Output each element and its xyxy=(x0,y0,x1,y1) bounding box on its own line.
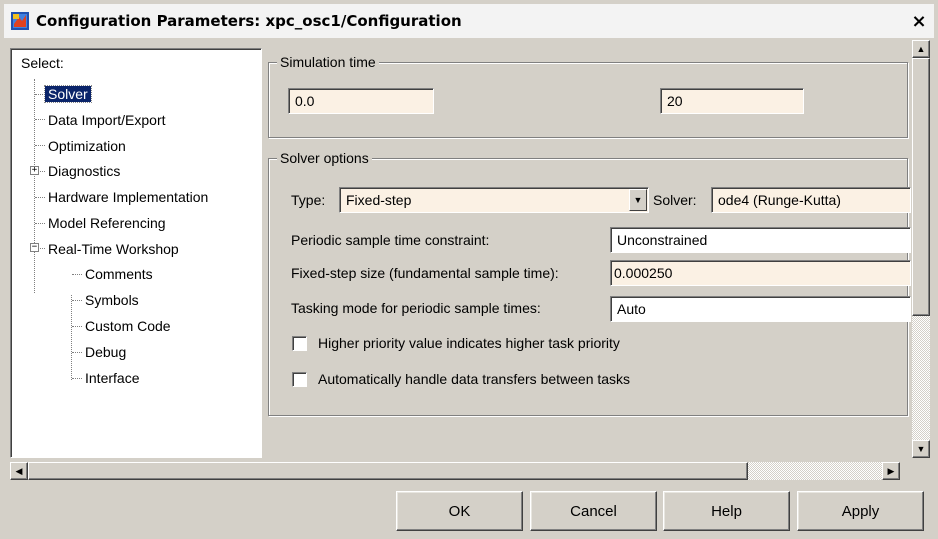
tree-item-custom-code[interactable]: Custom Code xyxy=(82,315,174,337)
expand-icon[interactable]: + xyxy=(30,166,39,175)
vertical-scrollbar[interactable]: ▲ ▼ xyxy=(912,40,930,458)
tree-item-label: Model Referencing xyxy=(48,215,166,231)
tasking-mode-label: Tasking mode for periodic sample times: xyxy=(291,300,541,316)
tree-item-model-referencing[interactable]: Model Referencing xyxy=(45,212,169,234)
periodic-constraint-select[interactable]: Unconstrained xyxy=(610,227,911,253)
auto-data-transfer-label: Automatically handle data transfers betw… xyxy=(318,371,631,387)
tree-connector xyxy=(72,378,82,379)
tree-connector xyxy=(35,119,45,120)
tree-connector xyxy=(72,300,82,301)
tree-connector xyxy=(34,79,35,293)
tree-select-label: Select: xyxy=(21,55,64,71)
tree-connector xyxy=(72,352,82,353)
horizontal-scroll-track[interactable] xyxy=(748,462,882,480)
solver-select[interactable]: ode4 (Runge-Kutta) xyxy=(711,187,911,213)
fixed-step-size-label: Fixed-step size (fundamental sample time… xyxy=(291,265,559,281)
auto-data-transfer-checkbox[interactable] xyxy=(292,372,307,387)
periodic-constraint-value: Unconstrained xyxy=(617,232,708,248)
higher-priority-checkbox[interactable] xyxy=(292,336,307,351)
tree-item-label: Diagnostics xyxy=(48,163,121,179)
tasking-mode-value: Auto xyxy=(617,301,646,317)
type-label: Type: xyxy=(291,192,326,208)
tree-item-label: Optimization xyxy=(48,138,126,154)
scroll-down-icon[interactable]: ▼ xyxy=(912,440,930,458)
tree-item-label: Hardware Implementation xyxy=(48,189,209,205)
ok-button[interactable]: OK xyxy=(396,491,523,531)
configuration-dialog: Configuration Parameters: xpc_osc1/Confi… xyxy=(0,0,938,539)
collapse-icon[interactable]: − xyxy=(30,243,39,252)
periodic-constraint-label: Periodic sample time constraint: xyxy=(291,232,490,248)
tree-item-interface[interactable]: Interface xyxy=(82,367,142,389)
close-button[interactable]: × xyxy=(908,10,930,32)
tree-connector xyxy=(35,197,45,198)
solver-label: Solver: xyxy=(653,192,697,208)
title-bar[interactable]: Configuration Parameters: xpc_osc1/Confi… xyxy=(4,4,934,38)
tree-connector xyxy=(72,274,82,275)
type-value: Fixed-step xyxy=(346,192,412,208)
fixed-step-size-field[interactable]: 0.000250 xyxy=(610,260,911,286)
vertical-scroll-thumb[interactable] xyxy=(912,58,930,316)
start-time-field[interactable]: 0.0 xyxy=(288,88,434,114)
close-icon: × xyxy=(911,10,927,32)
help-button[interactable]: Help xyxy=(663,491,790,531)
tree-item-label: Comments xyxy=(85,266,153,282)
stop-time-field[interactable]: 20 xyxy=(660,88,804,114)
scroll-up-icon[interactable]: ▲ xyxy=(912,40,930,58)
cancel-button-label: Cancel xyxy=(570,502,617,520)
tree-item-label: Custom Code xyxy=(85,318,171,334)
simulink-icon xyxy=(11,12,29,30)
tree-item-label: Debug xyxy=(85,344,127,360)
window-title: Configuration Parameters: xpc_osc1/Confi… xyxy=(36,12,462,30)
tree-item-solver[interactable]: Solver xyxy=(44,83,92,105)
tasking-mode-select[interactable]: Auto xyxy=(610,296,911,322)
dropdown-arrow-icon[interactable]: ▼ xyxy=(629,189,647,211)
tree-item-symbols[interactable]: Symbols xyxy=(82,289,142,311)
horizontal-scroll-thumb[interactable] xyxy=(28,462,748,480)
type-select[interactable]: Fixed-step ▼ xyxy=(339,187,649,213)
tree-item-label: Interface xyxy=(85,370,140,386)
ok-button-label: OK xyxy=(448,502,471,520)
tree-item-optimization[interactable]: Optimization xyxy=(45,135,129,157)
tree-connector xyxy=(35,94,45,95)
start-time-value: 0.0 xyxy=(295,93,315,109)
tree-item-label: Data Import/Export xyxy=(48,112,166,128)
tree-item-label: Solver xyxy=(44,85,92,103)
tree-item-diagnostics[interactable]: Diagnostics xyxy=(45,160,123,182)
tree-item-data-import-export[interactable]: Data Import/Export xyxy=(45,109,169,131)
vertical-scroll-track[interactable] xyxy=(912,316,930,440)
tree-item-debug[interactable]: Debug xyxy=(82,341,129,363)
stop-time-value: 20 xyxy=(667,93,683,109)
help-button-label: Help xyxy=(711,502,742,520)
tree-item-label: Symbols xyxy=(85,292,139,308)
tree-connector xyxy=(35,223,45,224)
scroll-right-icon[interactable]: ▶ xyxy=(882,462,900,480)
tree-item-comments[interactable]: Comments xyxy=(82,263,156,285)
tree-connector xyxy=(72,326,82,327)
solver-options-title: Solver options xyxy=(277,150,372,166)
cancel-button[interactable]: Cancel xyxy=(530,491,657,531)
scroll-left-icon[interactable]: ◀ xyxy=(10,462,28,480)
higher-priority-label: Higher priority value indicates higher t… xyxy=(318,335,620,351)
tree-item-real-time-workshop[interactable]: Real-Time Workshop xyxy=(45,238,182,260)
tree-connector xyxy=(71,295,72,380)
tree-connector xyxy=(35,145,45,146)
horizontal-scrollbar[interactable]: ◀ ▶ xyxy=(10,462,918,480)
simulation-time-title: Simulation time xyxy=(277,54,379,70)
apply-button[interactable]: Apply xyxy=(797,491,924,531)
apply-button-label: Apply xyxy=(841,502,880,520)
solver-value: ode4 (Runge-Kutta) xyxy=(718,192,841,208)
category-tree[interactable]: Select: + − Solver Data Import/Export Op… xyxy=(10,48,262,458)
tree-item-hardware-implementation[interactable]: Hardware Implementation xyxy=(45,186,211,208)
fixed-step-size-value: 0.000250 xyxy=(614,265,673,281)
tree-item-label: Real-Time Workshop xyxy=(48,241,179,257)
